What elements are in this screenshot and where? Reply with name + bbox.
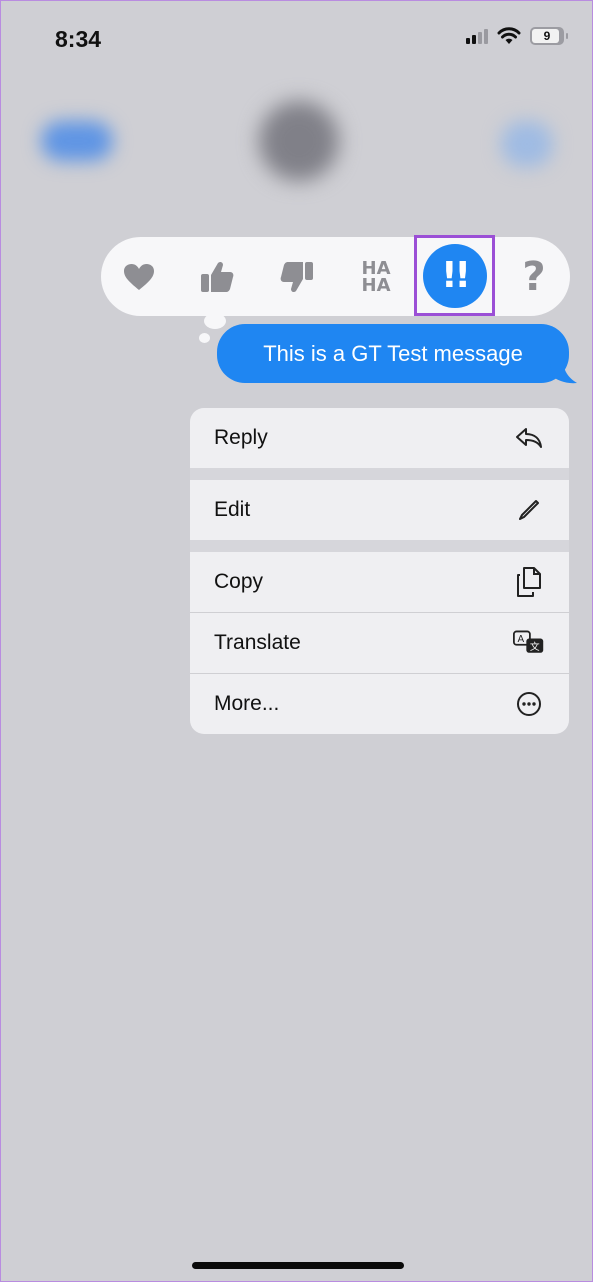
contact-avatar-blurred (259, 101, 339, 181)
tapback-thumbs-down[interactable] (267, 237, 327, 316)
battery-icon: 9 (530, 27, 568, 45)
tapback-tail (204, 313, 226, 329)
signal-icon (466, 28, 488, 44)
status-time: 8:34 (55, 26, 102, 52)
reply-arrow-icon (513, 422, 545, 454)
status-icons: 9 (466, 27, 568, 45)
more-ellipsis-icon (513, 688, 545, 720)
thumbs-down-icon (280, 261, 313, 292)
menu-item-more[interactable]: More... (190, 674, 569, 734)
svg-text:文: 文 (530, 640, 540, 653)
svg-text:A: A (517, 634, 524, 645)
translate-icon: A文 (513, 627, 545, 659)
tapback-haha[interactable]: HA HA (346, 237, 406, 316)
heart-icon (124, 263, 154, 290)
wifi-icon (497, 27, 521, 44)
menu-item-label: Copy (214, 570, 264, 593)
tapback-emphasize-highlight[interactable]: !! (414, 235, 495, 316)
menu-item-copy[interactable]: Copy (190, 552, 569, 612)
menu-item-label: Edit (214, 498, 251, 521)
message-text: This is a GT Test message (263, 340, 523, 366)
menu-item-label: Translate (214, 631, 301, 654)
menu-item-label: More... (214, 692, 280, 715)
double-exclamation-icon: !! (422, 243, 487, 308)
menu-item-label: Reply (214, 426, 268, 449)
facetime-button-blurred (501, 121, 553, 167)
thumbs-up-icon (201, 261, 234, 292)
message-bubble-tail (549, 359, 577, 384)
tapback-heart[interactable] (109, 237, 169, 316)
tapback-thumbs-up[interactable] (187, 237, 247, 316)
menu-item-translate[interactable]: Translate A文 (190, 613, 569, 673)
pencil-icon (513, 494, 545, 526)
tapback-question[interactable]: ? (504, 237, 564, 316)
question-icon: ? (522, 253, 546, 300)
menu-item-edit[interactable]: Edit (190, 480, 569, 540)
message-bubble[interactable]: This is a GT Test message (217, 324, 569, 383)
menu-item-reply[interactable]: Reply (190, 408, 569, 468)
haha-icon: HA HA (361, 257, 391, 296)
tapback-bar: HA HA ? (101, 237, 570, 316)
copy-documents-icon (513, 566, 545, 598)
battery-level: 9 (543, 29, 551, 43)
back-button-blurred (41, 121, 113, 161)
home-indicator[interactable] (192, 1262, 404, 1269)
context-menu: Reply Edit Copy Translate A文 More... (190, 408, 569, 734)
tapback-tail-small (199, 333, 210, 343)
